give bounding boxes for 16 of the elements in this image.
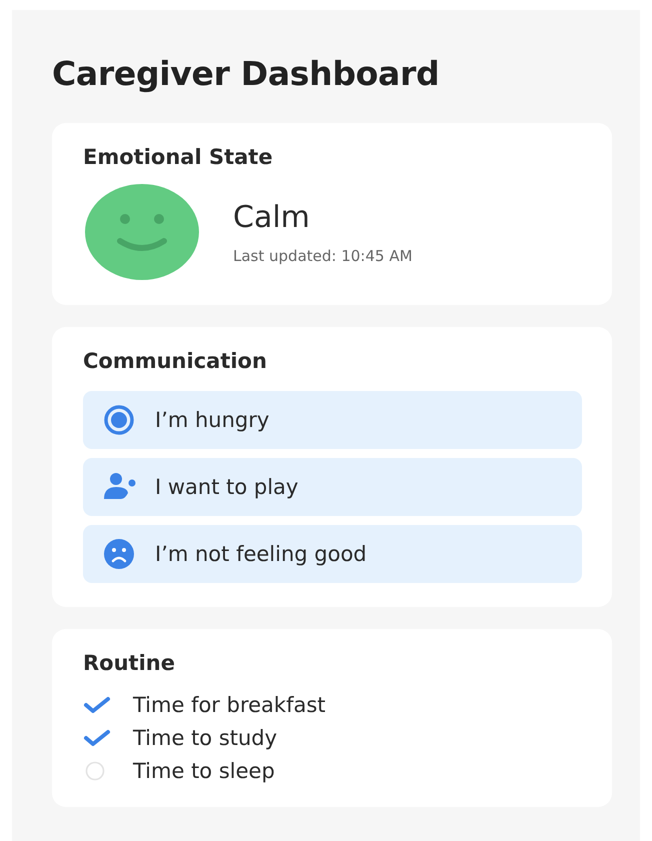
card-heading: Emotional State <box>83 145 274 169</box>
smiley-face-icon <box>83 183 201 281</box>
mood-label: Calm <box>233 200 311 234</box>
page-title: Caregiver Dashboard <box>52 54 440 93</box>
card-heading: Communication <box>83 349 268 373</box>
sad-face-icon <box>101 538 137 570</box>
card-heading: Routine <box>83 651 176 675</box>
checkmark-icon[interactable] <box>83 727 111 749</box>
routine-item-label: Time to study <box>133 726 278 750</box>
message-item[interactable]: I’m not feeling good <box>83 525 582 583</box>
last-updated-text: Last updated: 10:45 AM <box>233 246 412 264</box>
checkmark-icon[interactable] <box>83 694 111 716</box>
message-item[interactable]: I’m hungry <box>83 391 582 449</box>
routine-item-label: Time for breakfast <box>133 693 326 717</box>
routine-item-label: Time to sleep <box>133 759 275 783</box>
message-item[interactable]: I want to play <box>83 458 582 516</box>
